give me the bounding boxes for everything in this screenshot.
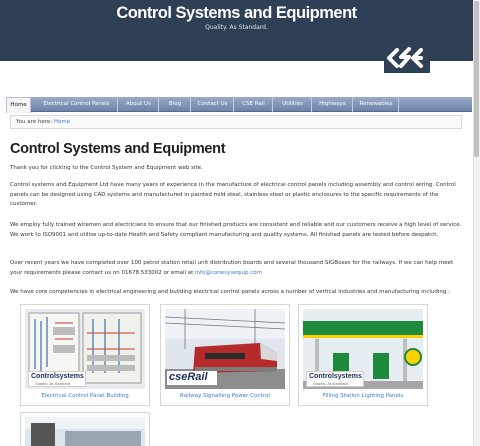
card-link-control-panel-building[interactable]: Electrical Control Panel Building (21, 393, 149, 399)
cse-logo-icon[interactable] (384, 45, 430, 73)
nav-item-contact-us[interactable]: Contact Us (192, 97, 234, 112)
nav-item-utilities[interactable]: Utilities (274, 97, 312, 112)
email-link[interactable]: info@conesysequip.com (195, 270, 262, 276)
nav-item-about-us[interactable]: About Us (119, 97, 159, 112)
main-nav: Home Electrical Control Panels About Us … (6, 97, 472, 113)
card-link-filling-station[interactable]: Filling Station Lighting Panels (299, 393, 427, 399)
nav-item-highways[interactable]: Highways (313, 97, 353, 112)
page-title: Control Systems and Equipment (10, 141, 226, 157)
experience-paragraph: Control systems and Equipment Ltd have m… (10, 182, 456, 207)
partial-card-image (25, 417, 145, 446)
card-partial-row-2[interactable] (20, 412, 150, 446)
card-filling-station[interactable]: Controlsystems Quality. As standard Fill… (298, 304, 428, 406)
scrollbar[interactable] (473, 0, 480, 446)
competencies-paragraph: We have core competencies in electrical … (10, 289, 450, 295)
card-link-railway-signalling[interactable]: Railway Signalling Power Control (161, 393, 289, 399)
card-control-panel-building[interactable]: Controlsystems Quality. As standard Elec… (20, 304, 150, 406)
card-railway-signalling[interactable]: cseRail Railway Signalling Power Control (160, 304, 290, 406)
filling-station-image: Controlsystems Quality. As standard (303, 309, 423, 389)
controlsystems-logo-text-2: Controlsystems (309, 373, 362, 380)
cserail-logo-badge: cseRail (167, 371, 217, 385)
controlsystems-logo-text: Controlsystems (31, 373, 84, 380)
nav-item-cse-rail[interactable]: CSE Rail (235, 97, 273, 112)
breadcrumb-home-link[interactable]: Home (54, 119, 70, 125)
staff-paragraph: We employ fully trained wiremen and elec… (10, 222, 462, 238)
control-panel-image: Controlsystems Quality. As standard (25, 309, 145, 389)
nav-item-electrical-control-panels[interactable]: Electrical Control Panels (36, 97, 118, 112)
cserail-logo-text: cseRail (169, 371, 208, 383)
intro-paragraph: Thank you for clicking to the Control Sy… (10, 165, 203, 171)
site-tagline: Quality. As Standard. (205, 24, 268, 31)
controlsystems-logo-tagline: Quality. As standard (35, 382, 71, 386)
nav-item-renewables[interactable]: Renewables (354, 97, 399, 112)
controlsystems-logo-badge-2: Controlsystems Quality. As standard (306, 371, 364, 387)
controlsystems-logo-badge: Controlsystems Quality. As standard (28, 371, 86, 387)
nav-item-home[interactable]: Home (6, 97, 31, 113)
controlsystems-logo-tagline-2: Quality. As standard (313, 382, 349, 386)
contact-paragraph: Over recent years we have completed over… (10, 259, 465, 278)
train-image: cseRail (165, 309, 285, 389)
breadcrumb-prefix: You are here: (16, 119, 53, 125)
nav-item-blog[interactable]: Blog (160, 97, 191, 112)
site-title[interactable]: Control Systems and Equipment (0, 4, 473, 23)
breadcrumb: You are here: Home (10, 115, 462, 129)
scrollbar-thumb[interactable] (474, 1, 479, 157)
